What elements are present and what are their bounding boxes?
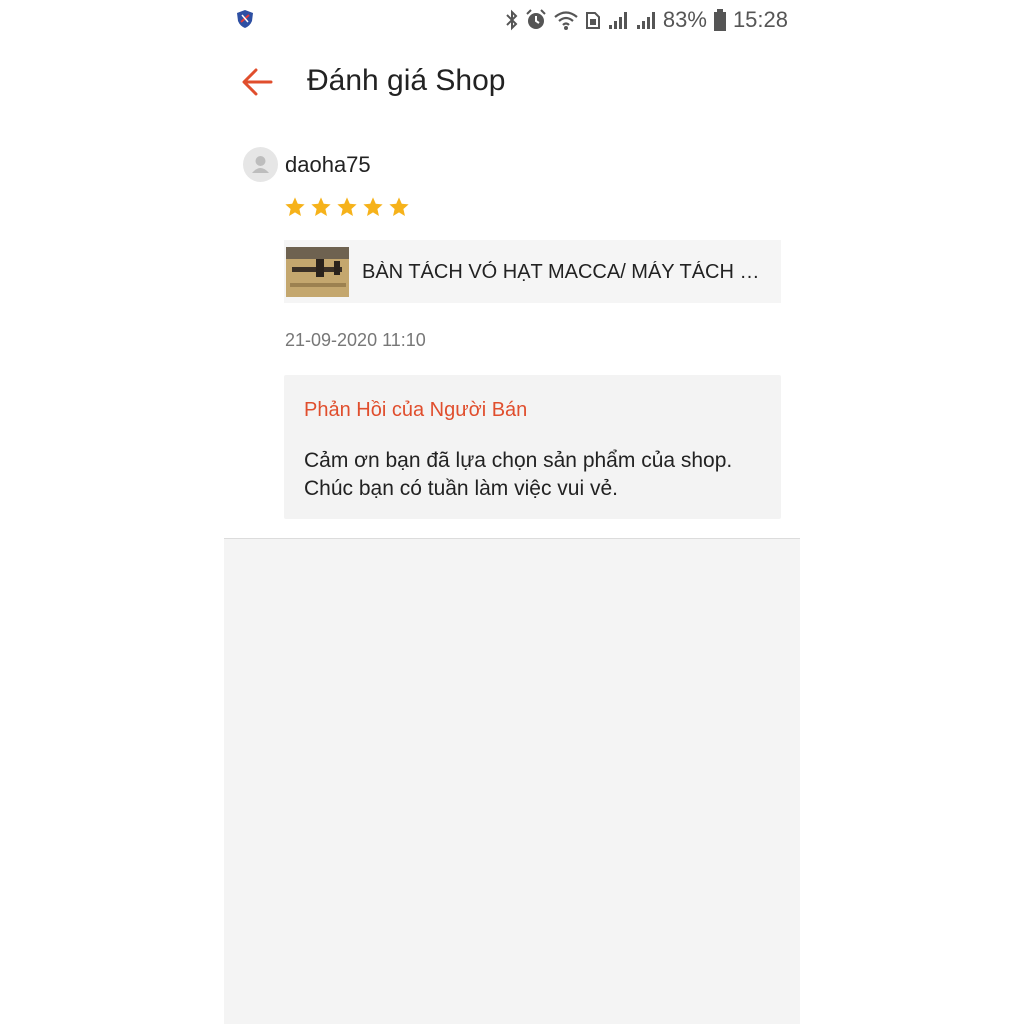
seller-reply-line: Cảm ơn bạn đã lựa chọn sản phẩm của shop… [304,449,733,472]
status-icons: 83% 15:28 [505,6,788,34]
seller-reply-text: Cảm ơn bạn đã lựa chọn sản phẩm của shop… [304,447,769,503]
seller-reply: Phản Hồi của Người Bán Cảm ơn bạn đã lựa… [284,375,781,519]
status-bar: 83% 15:28 [224,0,800,40]
alarm-icon [525,9,547,31]
product-card[interactable]: BÀN TÁCH VỎ HẠT MACCA/ MÁY TÁCH VỎ HẠT M… [284,240,781,303]
battery-icon [713,8,727,32]
avatar[interactable] [243,147,278,182]
rating-stars [284,196,410,218]
star-icon [389,197,409,216]
empty-area [224,539,800,1024]
star-icon [285,197,305,216]
battery-percent: 83% [662,7,707,32]
seller-reply-title: Phản Hồi của Người Bán [304,399,528,421]
phone-screen: 83% 15:28 Đánh giá Shop daoha75 BÀN TÁCH… [224,0,800,1024]
review-timestamp: 21-09-2020 11:10 [285,330,426,350]
seller-reply-line: Chúc bạn có tuần làm việc vui vẻ. [304,477,618,500]
star-icon [363,197,383,216]
back-button[interactable] [236,62,280,102]
wifi-icon [553,9,579,31]
arrow-left-icon [236,68,280,106]
product-thumbnail [286,247,349,297]
reviewer-username: daoha75 [285,152,371,177]
bluetooth-icon [505,9,519,31]
signal-icon [635,9,657,31]
page-title: Đánh giá Shop [307,64,506,97]
user-icon [243,156,278,182]
sim-icon [585,9,601,31]
clock: 15:28 [732,7,788,32]
app-header: Đánh giá Shop [224,40,800,124]
product-name: BÀN TÁCH VỎ HẠT MACCA/ MÁY TÁCH VỎ HẠT M… [362,261,772,283]
star-icon [311,197,331,216]
shield-icon [236,9,254,29]
signal-icon [607,9,629,31]
star-icon [337,197,357,216]
